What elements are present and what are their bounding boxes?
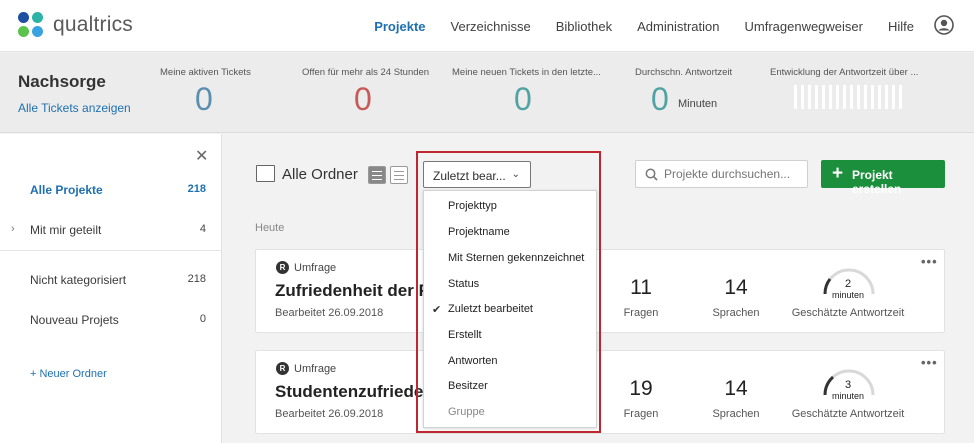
nav-bibliothek[interactable]: Bibliothek: [556, 19, 612, 34]
nav-projekte[interactable]: Projekte: [374, 19, 425, 34]
question-count: 11: [630, 276, 652, 299]
list-view-button[interactable]: [368, 166, 386, 184]
question-label: Fragen: [623, 307, 659, 319]
survey-type-icon: R: [276, 261, 289, 274]
project-name[interactable]: Studentenzufrieden: [275, 382, 425, 402]
nav-verzeichnisse[interactable]: Verzeichnisse: [451, 19, 531, 34]
language-count: 14: [724, 377, 748, 400]
nav-hilfe[interactable]: Hilfe: [888, 19, 914, 34]
project-type: Umfrage: [294, 262, 337, 274]
duration-unit: minuten: [831, 290, 865, 300]
new-folder-link[interactable]: + Neuer Ordner: [30, 368, 107, 380]
compact-view-button[interactable]: [390, 166, 408, 184]
stat-value: 0: [195, 81, 213, 117]
section-label-today: Heute: [255, 222, 285, 234]
sidebar-divider: [0, 250, 222, 251]
nav-administration[interactable]: Administration: [637, 19, 719, 34]
question-count: 19: [629, 377, 653, 400]
project-edited-date: Bearbeitet 26.09.2018: [275, 408, 384, 420]
folder-title: Alle Ordner: [282, 166, 358, 183]
project-type: Umfrage: [294, 363, 337, 375]
stat-open-24h: Offen für mehr als 24 Stunden 0: [302, 67, 430, 117]
project-search[interactable]: [635, 160, 808, 188]
item-count: 218: [187, 273, 206, 285]
item-count: 4: [199, 223, 206, 235]
search-icon: [645, 168, 658, 181]
language-label: Sprachen: [712, 307, 760, 319]
question-label: Fragen: [623, 408, 659, 420]
survey-type-icon: R: [276, 362, 289, 375]
folder-sidebar: ✕ Alle Projekte 218 › Mit mir geteilt 4 …: [0, 134, 222, 443]
top-navigation: qualtrics Projekte Verzeichnisse Bibliot…: [0, 0, 974, 52]
nav-umfragenwegweiser[interactable]: Umfragenwegweiser: [744, 19, 863, 34]
sidebar-item-nouveau-projets[interactable]: Nouveau Projets 0: [0, 313, 222, 333]
plus-icon: +: [832, 163, 844, 184]
more-options-icon[interactable]: •••: [921, 254, 938, 269]
duration-label: Geschätzte Antwortzeit: [791, 408, 905, 420]
brand-name: qualtrics: [53, 12, 133, 36]
language-label: Sprachen: [712, 408, 760, 420]
highlight-annotation-box: [416, 151, 601, 433]
all-tickets-link[interactable]: Alle Tickets anzeigen: [18, 101, 131, 115]
sidebar-item-alle-projekte[interactable]: Alle Projekte 218: [0, 183, 222, 203]
item-count: 0: [199, 313, 206, 325]
project-edited-date: Bearbeitet 26.09.2018: [275, 307, 384, 319]
sidebar-item-nicht-kategorisiert[interactable]: Nicht kategorisiert 218: [0, 273, 222, 293]
create-project-button[interactable]: + Projekt erstellen: [821, 160, 945, 196]
stat-value: 0: [651, 81, 669, 117]
folder-icon: [256, 165, 275, 182]
close-icon[interactable]: ✕: [195, 146, 208, 166]
project-name[interactable]: Zufriedenheit der Fa: [275, 281, 425, 301]
stats-title: Nachsorge: [18, 72, 106, 91]
qualtrics-logo[interactable]: qualtrics: [18, 12, 133, 37]
duration-label: Geschätzte Antwortzeit: [791, 307, 905, 319]
stat-value: 0: [354, 81, 372, 117]
duration-value: 3: [844, 379, 852, 391]
stat-value: 0: [514, 81, 532, 117]
duration-value: 2: [844, 278, 852, 290]
sidebar-item-mit-mir-geteilt[interactable]: › Mit mir geteilt 4: [0, 223, 222, 243]
user-circle-icon[interactable]: [934, 15, 954, 35]
stat-avg-response: Durchschn. Antwortzeit 0 Minuten: [635, 67, 733, 117]
search-input[interactable]: [664, 167, 804, 181]
more-options-icon[interactable]: •••: [921, 355, 938, 370]
stat-unit: Minuten: [678, 98, 718, 110]
stat-active-tickets: Meine aktiven Tickets 0: [160, 67, 251, 117]
chevron-right-icon[interactable]: ›: [11, 223, 15, 235]
language-count: 14: [724, 276, 748, 299]
response-trend-sparkline: [794, 85, 906, 109]
logo-dots-icon: [18, 12, 43, 37]
stat-response-trend: Entwicklung der Antwortzeit über ...: [770, 67, 919, 78]
duration-unit: minuten: [831, 391, 865, 401]
item-count: 218: [187, 183, 206, 195]
stat-new-tickets: Meine neuen Tickets in den letzte... 0: [452, 67, 601, 117]
